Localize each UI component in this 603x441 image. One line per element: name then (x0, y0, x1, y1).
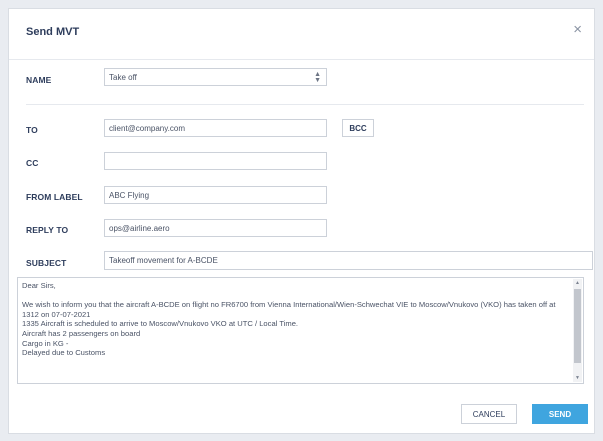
chevron-up-down-icon: ▲ ▼ (314, 71, 321, 84)
to-input-value: client@company.com (109, 123, 185, 133)
reply-to-input-value: ops@airline.aero (109, 223, 170, 233)
message-body-textarea[interactable]: Dear Sirs, We wish to inform you that th… (17, 277, 584, 384)
name-label: NAME (26, 75, 52, 85)
from-label-input-value: ABC Flying (109, 190, 150, 200)
message-body-text: Dear Sirs, We wish to inform you that th… (22, 281, 556, 358)
dialog-title: Send MVT (26, 26, 80, 38)
send-button[interactable]: SEND (532, 404, 588, 424)
reply-to-label: REPLY TO (26, 225, 69, 235)
bcc-button[interactable]: BCC (342, 119, 374, 137)
subject-input-value: Takeoff movement for A-BCDE (109, 256, 218, 265)
scroll-down-arrow-icon[interactable]: ▼ (573, 374, 582, 382)
to-label: TO (26, 125, 38, 135)
cancel-button[interactable]: CANCEL (461, 404, 517, 424)
cc-input[interactable] (104, 152, 327, 170)
name-select-value: Take off (109, 72, 137, 82)
from-label-label: FROM LABEL (26, 192, 83, 202)
section-divider (26, 104, 584, 105)
dialog-header: Send MVT × (9, 9, 594, 60)
name-select[interactable]: Take off ▲ ▼ (104, 68, 327, 86)
scrollbar-thumb[interactable] (574, 289, 581, 363)
cc-label: CC (26, 158, 39, 168)
body-scrollbar[interactable]: ▲ ▼ (573, 279, 582, 382)
subject-input[interactable]: Takeoff movement for A-BCDE (104, 251, 593, 270)
close-icon[interactable]: × (573, 22, 582, 37)
reply-to-input[interactable]: ops@airline.aero (104, 219, 327, 237)
scroll-up-arrow-icon[interactable]: ▲ (573, 279, 582, 287)
from-label-input[interactable]: ABC Flying (104, 186, 327, 204)
to-input[interactable]: client@company.com (104, 119, 327, 137)
subject-label: SUBJECT (26, 258, 67, 268)
